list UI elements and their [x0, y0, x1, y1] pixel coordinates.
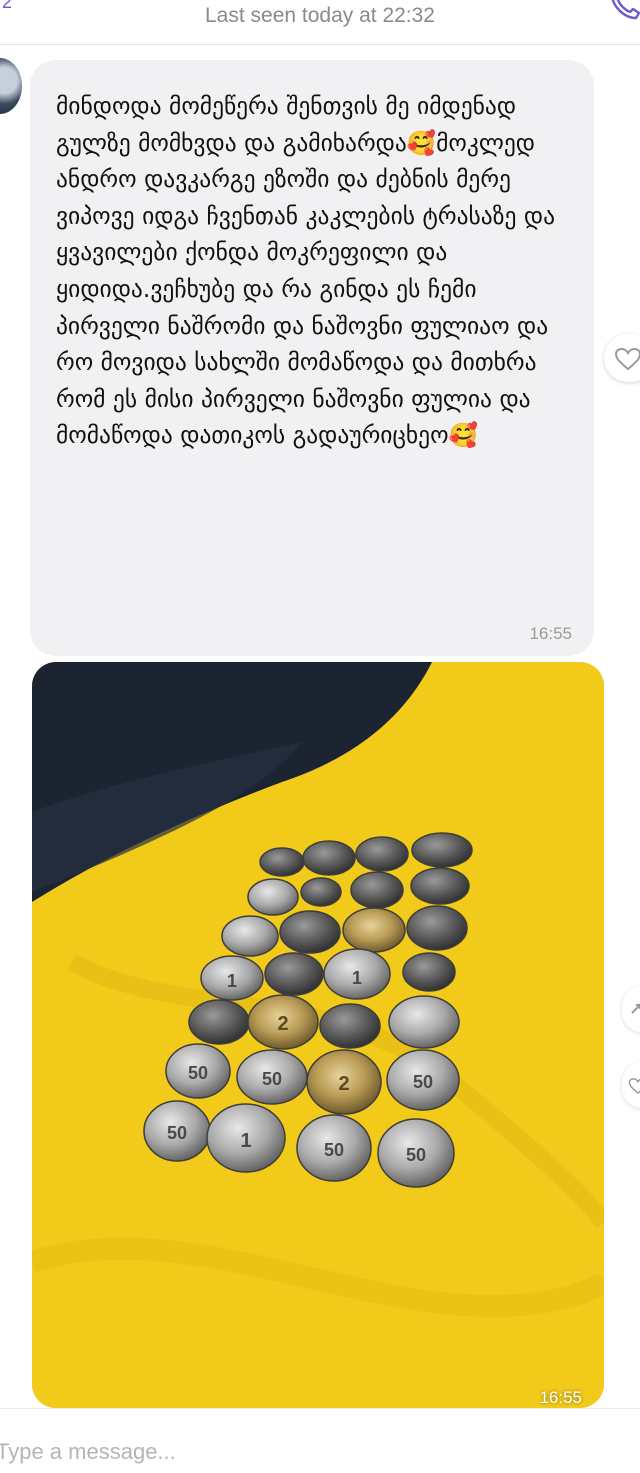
coin-label: 2 [338, 1073, 349, 1095]
message-text: მინდოდა მომეწერა შენთვის მე იმდენად გულზ… [56, 92, 556, 450]
forward-button[interactable] [622, 986, 640, 1032]
coins-photo: 1 1 2 50 50 2 50 50 1 50 50 [32, 662, 604, 1408]
photo-message[interactable]: 1 1 2 50 50 2 50 50 1 50 50 16:55 [32, 662, 604, 1408]
heart-icon [628, 1078, 640, 1095]
coin-label: 50 [406, 1145, 426, 1165]
message-input-bar [0, 1408, 640, 1473]
message-input[interactable] [0, 1431, 638, 1473]
coin-label: 50 [324, 1140, 344, 1160]
message-timestamp: 16:55 [529, 624, 572, 643]
coin-label: 1 [352, 968, 362, 988]
message-bubble[interactable]: მინდოდა მომეწერა შენთვის მე იმდენად გულზ… [30, 60, 594, 656]
like-button[interactable] [604, 334, 640, 382]
photo-timestamp: 16:55 [539, 1388, 582, 1407]
coin-label: 50 [262, 1069, 282, 1089]
phone-icon[interactable] [606, 0, 640, 26]
chat-header: 2 Last seen today at 22:32 [0, 0, 640, 45]
like-button-photo[interactable] [622, 1062, 640, 1108]
coin-label: 1 [240, 1130, 251, 1152]
coin-label: 1 [227, 971, 237, 991]
coin-label: 50 [413, 1072, 433, 1092]
last-seen-status: Last seen today at 22:32 [204, 4, 435, 27]
coin-label: 50 [167, 1123, 187, 1143]
forward-icon [631, 1004, 640, 1014]
contact-avatar[interactable] [0, 58, 22, 114]
coin-label: 50 [188, 1063, 208, 1083]
coin-label: 2 [277, 1013, 288, 1035]
heart-icon [614, 347, 640, 371]
